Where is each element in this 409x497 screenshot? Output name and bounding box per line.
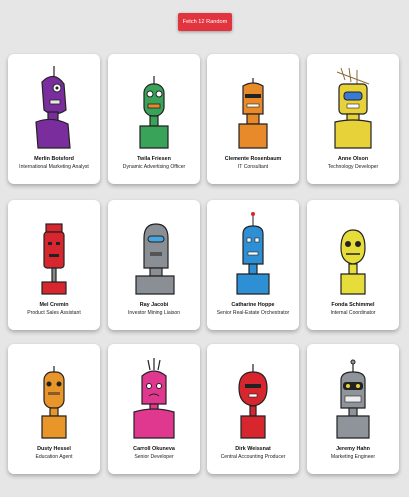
fetch-random-button[interactable]: Fetch 12 Random <box>178 13 232 31</box>
robot-card[interactable]: Fonda Schimmel Internal Coordinator <box>307 200 399 330</box>
robot-title: International Marketing Analyst <box>19 164 89 170</box>
robot-avatar-icon <box>139 76 169 149</box>
robot-card[interactable]: Clemente Rosenbaum IT Consultant <box>207 54 299 184</box>
robot-name: Dusty Hessel <box>37 446 71 452</box>
robot-title: Education Agent <box>35 454 73 460</box>
robot-avatar-icon <box>336 359 370 439</box>
robot-avatar-icon <box>334 67 372 149</box>
robot-title: IT Consultant <box>237 164 269 170</box>
robot-title: Investor Mining Liaison <box>127 310 181 316</box>
robot-avatar-icon <box>238 364 268 439</box>
robot-card[interactable]: Merlin Botsford International Marketing … <box>8 54 100 184</box>
robot-name: Fonda Schimmel <box>331 302 375 308</box>
robot-name: Dirk Weissnat <box>235 446 271 452</box>
robot-title: Internal Coordinator <box>330 310 376 316</box>
robot-card[interactable]: Dusty Hessel Education Agent <box>8 344 100 474</box>
robot-avatar-icon <box>135 223 175 295</box>
robot-title: Central Accounting Producer <box>220 454 286 460</box>
robot-title: Senior Real-Estate Orchestrator <box>216 310 290 316</box>
robot-name: Twila Friesen <box>137 156 171 162</box>
robot-card[interactable]: Catharine Hoppe Senior Real-Estate Orche… <box>207 200 299 330</box>
robot-avatar-icon <box>238 78 268 149</box>
robot-avatar-icon <box>41 366 67 439</box>
robot-avatar-icon <box>236 212 270 295</box>
robot-name: Ray Jacobi <box>139 302 169 308</box>
robot-avatar-icon <box>340 229 366 295</box>
robot-card[interactable]: Ray Jacobi Investor Mining Liaison <box>108 200 200 330</box>
robot-avatar-icon <box>133 358 175 439</box>
robot-card[interactable]: Anne Olson Technology Developer <box>307 54 399 184</box>
robot-name: Merlin Botsford <box>34 156 74 162</box>
robot-name: Clemente Rosenbaum <box>224 156 282 162</box>
robot-name: Anne Olson <box>337 156 369 162</box>
robot-title: Senior Developer <box>134 454 174 460</box>
robot-card[interactable]: Jeremy Hahn Marketing Engineer <box>307 344 399 474</box>
robot-name: Catharine Hoppe <box>231 302 275 308</box>
robot-card[interactable]: Dirk Weissnat Central Accounting Produce… <box>207 344 299 474</box>
robot-card[interactable]: Twila Friesen Dynamic Advertising Office… <box>108 54 200 184</box>
robot-name: Jeremy Hahn <box>336 446 370 452</box>
robot-name: Mel Cremin <box>39 302 69 308</box>
robot-card[interactable]: Carroll Okuneva Senior Developer <box>108 344 200 474</box>
robot-title: Product Sales Assistant <box>27 310 81 316</box>
robot-name: Carroll Okuneva <box>133 446 175 452</box>
robot-title: Dynamic Advertising Officer <box>122 164 186 170</box>
robot-avatar-icon <box>41 223 67 295</box>
robot-title: Marketing Engineer <box>330 454 376 460</box>
robot-title: Technology Developer <box>327 164 379 170</box>
robot-avatar-icon <box>35 66 71 149</box>
robot-card[interactable]: Mel Cremin Product Sales Assistant <box>8 200 100 330</box>
